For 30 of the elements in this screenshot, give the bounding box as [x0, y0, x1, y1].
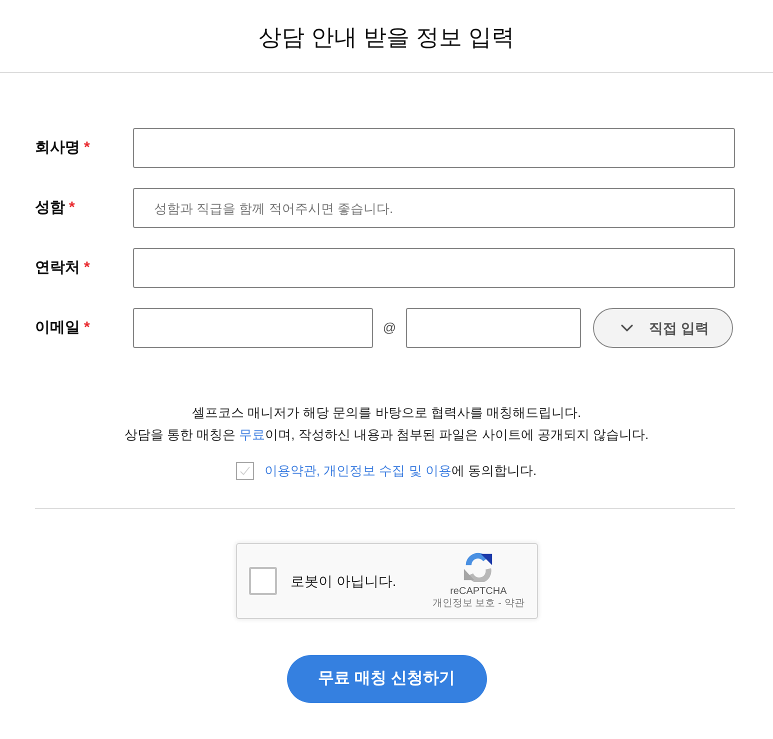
- link-separator: -: [498, 598, 502, 610]
- required-mark: *: [84, 318, 90, 338]
- required-mark: *: [84, 258, 90, 278]
- privacy-link[interactable]: 개인정보 보호: [432, 598, 496, 610]
- at-sign: @: [382, 319, 396, 338]
- required-mark: *: [69, 198, 75, 218]
- domain-select-button[interactable]: 직접 입력: [593, 308, 733, 348]
- agreement-text: 이용약관, 개인정보 수집 및 이용에 동의합니다.: [264, 462, 537, 480]
- required-mark: *: [84, 138, 90, 158]
- terms-link[interactable]: 약관: [504, 598, 524, 610]
- email-id-field[interactable]: [133, 308, 373, 348]
- captcha-checkbox[interactable]: [248, 567, 276, 595]
- notice-text: 셀프코스 매니저가 해당 문의를 바탕으로 협력사를 매칭해드립니다.: [192, 404, 582, 422]
- field-label: 이메일: [35, 318, 80, 338]
- submit-button[interactable]: 무료 매칭 신청하기: [286, 655, 486, 703]
- text-input-field[interactable]: 성함과 직급을 함께 적어주시면 좋습니다.: [133, 188, 735, 228]
- agree-checkbox[interactable]: [236, 462, 254, 480]
- email-domain-field[interactable]: [406, 308, 581, 348]
- text-input-field[interactable]: [133, 128, 735, 168]
- tick-icon: [239, 465, 252, 477]
- terms-link[interactable]: 이용약관, 개인정보 수집 및 이용: [264, 463, 452, 478]
- page-title: 상담 안내 받을 정보 입력: [258, 22, 514, 52]
- text-input-field[interactable]: [133, 248, 735, 288]
- field-label: 회사명: [35, 138, 80, 158]
- field-label: 연락처: [35, 258, 80, 278]
- captcha-label: 로봇이 아닙니다.: [290, 572, 398, 590]
- recaptcha-logo-icon: [463, 552, 494, 582]
- field-label: 성함: [35, 198, 65, 218]
- captcha-brand: reCAPTCHA: [450, 586, 507, 598]
- notice-text: 상담을 통한 매칭은 무료이며, 작성하신 내용과 첨부된 파일은 사이트에 공개되지 않습니다.: [124, 426, 649, 444]
